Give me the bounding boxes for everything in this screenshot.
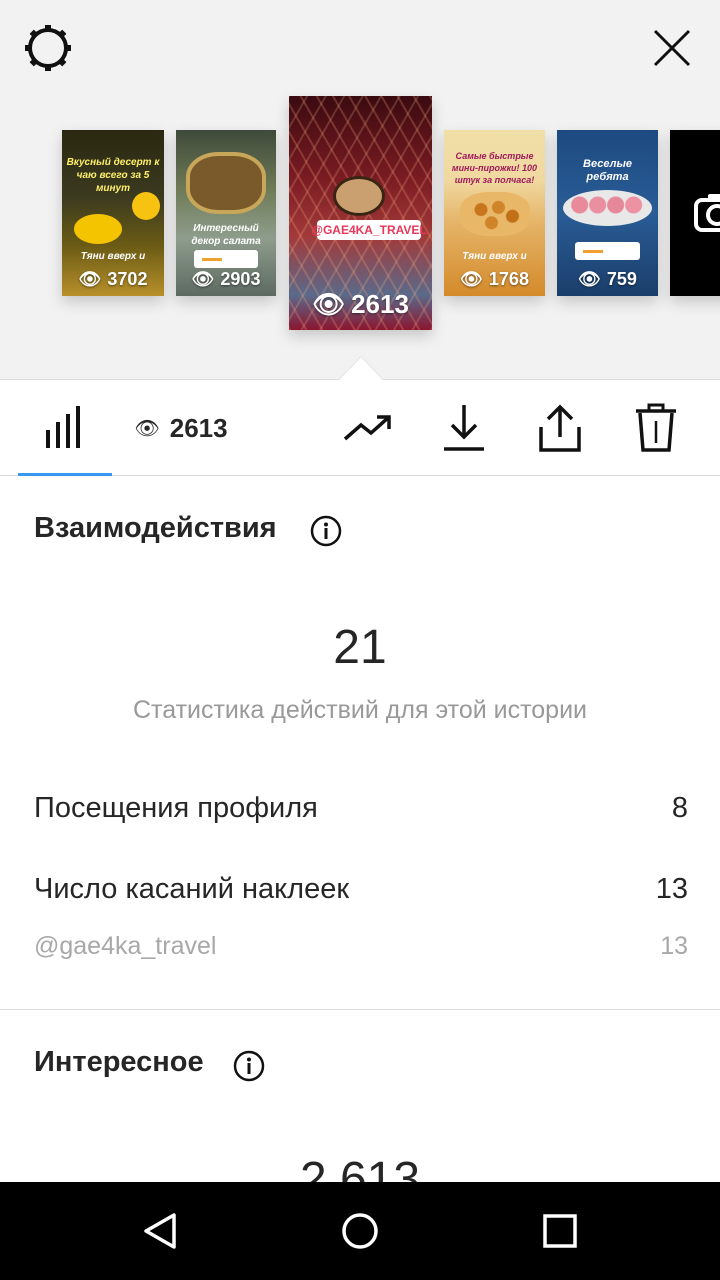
story-caption: Интересный декор салата (191, 223, 261, 247)
bar-chart-icon (46, 406, 80, 448)
home-button[interactable] (335, 1206, 385, 1256)
story-mention-sticker: @GAE4KA_TRAVEL (311, 220, 427, 240)
eye-icon: 👁 (191, 269, 215, 289)
story-insights-screen: Вкусный десерт к чаю всего за 5 минут Тя… (0, 0, 720, 1280)
views-tab[interactable]: 👁 2613 (126, 398, 236, 458)
promote-button[interactable] (340, 398, 396, 458)
sticker-mention-label: @gae4ka_travel (34, 932, 217, 960)
recents-icon (543, 1214, 577, 1248)
story-footer: Тяни вверх и (80, 251, 146, 262)
views-count: 2613 (169, 412, 228, 443)
system-navigation-bar (0, 1182, 720, 1280)
interactions-subtitle: Статистика действий для этой истории (132, 696, 588, 724)
eye-icon: 👁 (460, 269, 483, 289)
back-button[interactable] (136, 1206, 186, 1256)
info-icon (233, 1050, 265, 1082)
sticker-taps-label: Число касаний наклеек (34, 873, 350, 905)
story-views: 👁 1768 (460, 269, 529, 289)
profile-visits-value: 8 (671, 792, 688, 824)
eye-icon: 👁 (578, 269, 601, 289)
delete-button[interactable] (630, 398, 682, 458)
story-thumbnail[interactable]: Интересный декор салата 👁 2903 (176, 130, 276, 296)
story-caption: Веселые ребята (583, 158, 632, 183)
story-logo-decoration (333, 176, 385, 216)
sticker-taps-value: 13 (655, 873, 688, 905)
story-thumbnail[interactable]: Веселые ребята 👁 759 (557, 130, 658, 296)
story-carousel-area: Вкусный десерт к чаю всего за 5 минут Тя… (0, 0, 720, 380)
sticker-mention-value: 13 (660, 932, 688, 960)
story-views: 👁 3702 (78, 269, 148, 289)
story-salad-decoration (186, 152, 266, 214)
recents-button[interactable] (535, 1206, 585, 1256)
story-caption: Вкусный десерт к чаю всего за 5 минут (66, 157, 160, 194)
download-button[interactable] (438, 398, 490, 458)
story-slider-sticker (194, 250, 258, 268)
story-lemon-decoration (132, 192, 160, 220)
close-button[interactable] (648, 24, 696, 72)
story-footer: Тяни вверх и (462, 251, 527, 262)
story-thumbnail[interactable]: Самые быстрые мини-пирожки! 100 штук за … (444, 130, 545, 296)
camera-icon (694, 194, 720, 232)
eye-icon: 👁 (134, 417, 160, 440)
gear-icon (25, 25, 71, 71)
selected-story-pointer (338, 356, 384, 380)
settings-button[interactable] (22, 22, 74, 74)
profile-visits-label: Посещения профиля (34, 792, 318, 824)
story-slider-sticker (575, 242, 640, 260)
story-thumbnail[interactable]: Вкусный десерт к чаю всего за 5 минут Тя… (62, 130, 164, 296)
section-divider (0, 1009, 720, 1010)
discovery-title: Интересное (34, 1046, 204, 1078)
story-food-decoration (571, 194, 643, 216)
story-caption: Самые быстрые мини-пирожки! 100 штук за … (451, 151, 538, 185)
stories-carousel: Вкусный десерт к чаю всего за 5 минут Тя… (0, 96, 720, 336)
back-icon (144, 1213, 176, 1249)
story-egg-decoration (74, 214, 122, 244)
info-icon (310, 515, 342, 547)
interactions-title: Взаимодействия (34, 512, 277, 544)
interactions-info-button[interactable] (310, 515, 342, 547)
story-pastry-decoration (460, 192, 530, 236)
add-story-thumbnail[interactable] (670, 130, 720, 296)
close-icon (653, 29, 691, 67)
story-thumbnail-selected[interactable]: @GAE4KA_TRAVEL 👁 2613 (289, 96, 432, 330)
insights-toolbar: 👁 2613 (0, 380, 720, 476)
story-views: 👁 759 (578, 269, 637, 289)
discovery-info-button[interactable] (233, 1050, 265, 1082)
story-views: 👁 2613 (312, 289, 409, 319)
story-views: 👁 2903 (191, 269, 261, 289)
trash-icon (636, 403, 676, 452)
trending-up-icon (343, 415, 391, 441)
home-icon (342, 1213, 378, 1249)
share-icon (539, 404, 581, 452)
interactions-total: 21 (333, 621, 387, 674)
eye-icon: 👁 (312, 289, 346, 319)
eye-icon: 👁 (78, 269, 102, 289)
download-icon (444, 405, 484, 451)
share-button[interactable] (534, 398, 586, 458)
active-tab-indicator (18, 473, 112, 476)
insights-tab[interactable] (34, 398, 94, 458)
